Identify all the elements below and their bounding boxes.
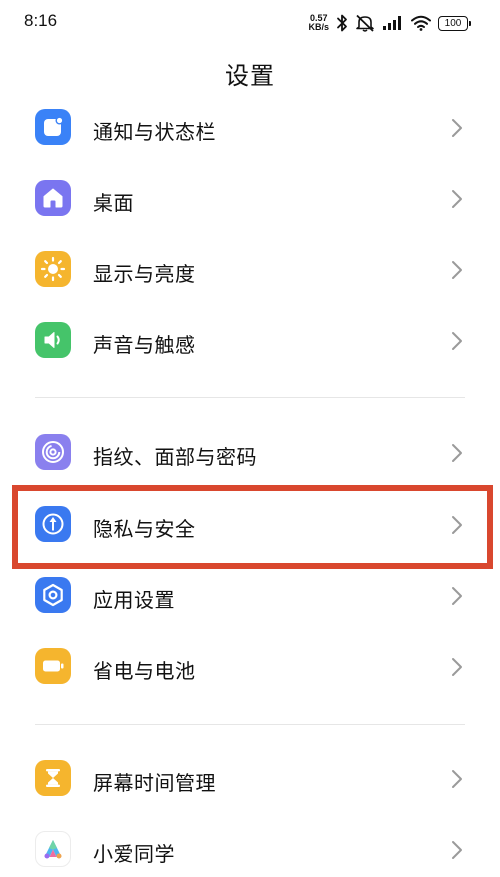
sun-icon xyxy=(35,251,71,287)
settings-item-xiaoai[interactable]: 小爱同学 xyxy=(0,815,500,877)
chevron-right-icon xyxy=(452,119,462,137)
settings-item-label: 指纹、面部与密码 xyxy=(93,445,257,469)
settings-item-desktop[interactable]: 桌面 xyxy=(0,164,500,235)
battery-level: 100 xyxy=(444,17,462,29)
section-divider xyxy=(35,724,465,725)
settings-item-label: 屏幕时间管理 xyxy=(93,771,216,795)
settings-item-label: 桌面 xyxy=(93,191,134,215)
speaker-icon xyxy=(35,322,71,358)
battery-icon: 100 xyxy=(438,15,471,31)
highlight-box xyxy=(12,485,493,569)
settings-item-sound[interactable]: 声音与触感 xyxy=(0,306,500,377)
chevron-right-icon xyxy=(452,190,462,208)
xiaoai-icon xyxy=(35,831,71,867)
network-speed: 0.57 KB/s xyxy=(308,14,329,32)
settings-item-label: 声音与触感 xyxy=(93,333,196,357)
chevron-right-icon xyxy=(452,841,462,859)
settings-item-battery[interactable]: 省电与电池 xyxy=(0,632,500,703)
settings-item-label: 小爱同学 xyxy=(93,842,175,866)
settings-item-fingerprint[interactable]: 指纹、面部与密码 xyxy=(0,418,500,489)
chevron-right-icon xyxy=(452,332,462,350)
settings-item-screen-time[interactable]: 屏幕时间管理 xyxy=(0,744,500,815)
app-settings-icon xyxy=(35,577,71,613)
hourglass-icon xyxy=(35,760,71,796)
settings-item-display[interactable]: 显示与亮度 xyxy=(0,235,500,306)
chevron-right-icon xyxy=(452,587,462,605)
page-title: 设置 xyxy=(225,62,275,90)
notification-icon xyxy=(35,109,71,145)
settings-item-notifications[interactable]: 通知与状态栏 xyxy=(0,93,500,164)
bluetooth-icon xyxy=(337,14,347,32)
status-icons: 0.57 KB/s 100 xyxy=(308,12,471,34)
chevron-right-icon xyxy=(452,658,462,676)
fingerprint-icon xyxy=(35,434,71,470)
settings-item-label: 通知与状态栏 xyxy=(93,120,216,144)
wifi-icon xyxy=(411,15,431,31)
section-divider xyxy=(35,397,465,398)
signal-icon xyxy=(383,16,401,30)
chevron-right-icon xyxy=(452,261,462,279)
status-time: 8:16 xyxy=(24,11,58,30)
mute-icon xyxy=(356,14,374,32)
status-bar: 8:16 0.57 KB/s 100 xyxy=(0,0,500,46)
home-icon xyxy=(35,180,71,216)
settings-item-label: 应用设置 xyxy=(93,588,175,612)
settings-item-app-settings[interactable]: 应用设置 xyxy=(0,561,500,632)
battery-saver-icon xyxy=(35,648,71,684)
settings-item-label: 显示与亮度 xyxy=(93,262,196,286)
network-speed-unit: KB/s xyxy=(308,22,329,32)
chevron-right-icon xyxy=(452,444,462,462)
settings-item-label: 省电与电池 xyxy=(93,659,196,683)
chevron-right-icon xyxy=(452,770,462,788)
